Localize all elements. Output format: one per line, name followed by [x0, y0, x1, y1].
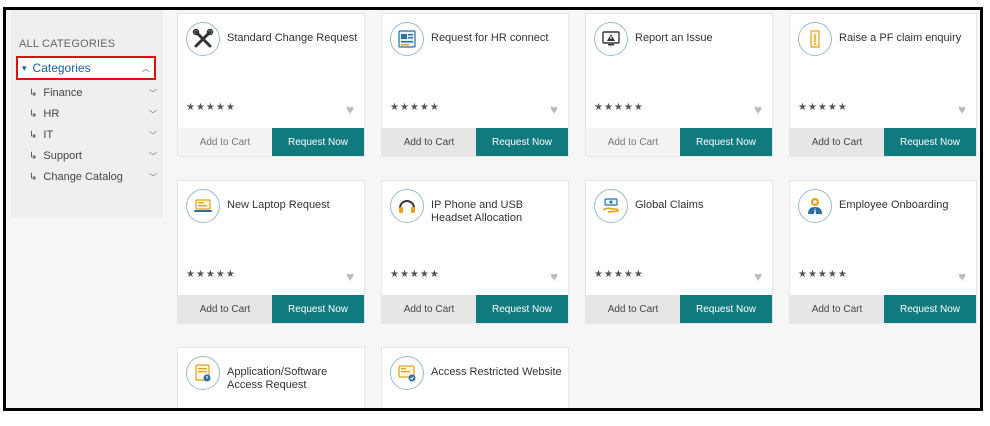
sidebar-item-finance[interactable]: ↳ Finance ﹀ — [29, 83, 157, 103]
category-sidebar: ALL CATEGORIES ▾ Categories ︿ ↳ Finance … — [11, 10, 163, 218]
card-title[interactable]: Standard Change Request — [227, 32, 362, 45]
request-now-button[interactable]: Request Now — [884, 128, 976, 156]
employee-icon — [798, 189, 832, 223]
add-to-cart-button[interactable]: Add to Cart — [790, 128, 884, 156]
heart-icon[interactable]: ♥ — [550, 269, 558, 284]
restricted-website-icon — [390, 356, 424, 390]
sidebar-item-categories[interactable]: ▾ Categories ︿ — [16, 56, 156, 80]
arrow-right-icon: ↳ — [29, 171, 38, 183]
sidebar-item-support[interactable]: ↳ Support ﹀ — [29, 146, 157, 166]
sidebar-item-label: HR — [43, 108, 60, 120]
add-to-cart-button[interactable]: Add to Cart — [382, 128, 476, 156]
tools-icon — [186, 22, 220, 56]
catalog-card[interactable]: IP Phone and USB Headset Allocation ★★★★… — [381, 180, 569, 324]
chevron-down-icon[interactable]: ﹀ — [149, 130, 157, 141]
request-now-button[interactable]: Request Now — [680, 128, 772, 156]
chevron-down-icon[interactable]: ﹀ — [149, 151, 157, 162]
arrow-right-icon: ↳ — [29, 87, 38, 99]
sidebar-item-label: Finance — [43, 87, 83, 99]
alert-monitor-icon — [594, 22, 628, 56]
catalog-card[interactable]: Global Claims ★★★★★ ♥ Add to Cart Reques… — [585, 180, 773, 324]
catalog-card[interactable]: Standard Change Request ★★★★★ ♥ Add to C… — [177, 13, 365, 157]
rating-stars[interactable]: ★★★★★ — [390, 269, 440, 280]
pf-claim-icon — [798, 22, 832, 56]
card-title[interactable]: Report an Issue — [635, 32, 770, 45]
catalog-frame: ALL CATEGORIES ▾ Categories ︿ ↳ Finance … — [3, 7, 983, 411]
add-to-cart-button[interactable]: Add to Cart — [586, 295, 680, 323]
rating-stars[interactable]: ★★★★★ — [390, 102, 440, 113]
catalog-card[interactable]: Request for HR connect ★★★★★ ♥ Add to Ca… — [381, 13, 569, 157]
chevron-down-icon[interactable]: ﹀ — [149, 172, 157, 183]
request-now-button[interactable]: Request Now — [884, 295, 976, 323]
software-access-icon — [186, 356, 220, 390]
card-title[interactable]: IP Phone and USB Headset Allocation — [431, 199, 566, 225]
request-now-button[interactable]: Request Now — [476, 128, 568, 156]
add-to-cart-button[interactable]: Add to Cart — [178, 295, 272, 323]
sidebar-item-label: Change Catalog — [43, 171, 123, 183]
request-now-button[interactable]: Request Now — [476, 295, 568, 323]
heart-icon[interactable]: ♥ — [754, 269, 762, 284]
claims-hand-icon — [594, 189, 628, 223]
catalog-card[interactable]: Raise a PF claim enquiry ★★★★★ ♥ Add to … — [789, 13, 977, 157]
heart-icon[interactable]: ♥ — [550, 102, 558, 117]
rating-stars[interactable]: ★★★★★ — [594, 102, 644, 113]
heart-icon[interactable]: ♥ — [754, 102, 762, 117]
heart-icon[interactable]: ♥ — [958, 269, 966, 284]
catalog-card[interactable]: New Laptop Request ★★★★★ ♥ Add to Cart R… — [177, 180, 365, 324]
card-title[interactable]: Request for HR connect — [431, 32, 566, 45]
card-title[interactable]: Application/Software Access Request — [227, 366, 362, 392]
chevron-down-icon[interactable]: ﹀ — [149, 88, 157, 99]
laptop-icon — [186, 189, 220, 223]
chevron-down-icon[interactable]: ﹀ — [149, 109, 157, 120]
add-to-cart-button[interactable]: Add to Cart — [586, 128, 680, 156]
sidebar-item-label: Support — [43, 150, 82, 162]
headset-icon — [390, 189, 424, 223]
request-now-button[interactable]: Request Now — [680, 295, 772, 323]
catalog-card[interactable]: Access Restricted Website — [381, 347, 569, 408]
add-to-cart-button[interactable]: Add to Cart — [178, 128, 272, 156]
rating-stars[interactable]: ★★★★★ — [594, 269, 644, 280]
catalog-card[interactable]: Application/Software Access Request — [177, 347, 365, 408]
heart-icon[interactable]: ♥ — [346, 269, 354, 284]
caret-down-icon: ▾ — [22, 62, 27, 73]
chevron-up-icon[interactable]: ︿ — [142, 63, 150, 74]
sidebar-item-label: Categories — [32, 61, 91, 75]
sidebar-item-it[interactable]: ↳ IT ﹀ — [29, 125, 157, 145]
card-title[interactable]: Access Restricted Website — [431, 366, 566, 379]
arrow-right-icon: ↳ — [29, 150, 38, 162]
sidebar-header: ALL CATEGORIES — [19, 38, 116, 50]
rating-stars[interactable]: ★★★★★ — [186, 269, 236, 280]
catalog-card[interactable]: Employee Onboarding ★★★★★ ♥ Add to Cart … — [789, 180, 977, 324]
sidebar-item-change-catalog[interactable]: ↳ Change Catalog ﹀ — [29, 167, 157, 187]
request-now-button[interactable]: Request Now — [272, 295, 364, 323]
heart-icon[interactable]: ♥ — [958, 102, 966, 117]
sidebar-item-label: IT — [43, 129, 54, 141]
hr-connect-icon — [390, 22, 424, 56]
add-to-cart-button[interactable]: Add to Cart — [790, 295, 884, 323]
rating-stars[interactable]: ★★★★★ — [186, 102, 236, 113]
heart-icon[interactable]: ♥ — [346, 102, 354, 117]
card-title[interactable]: Global Claims — [635, 199, 770, 212]
rating-stars[interactable]: ★★★★★ — [798, 269, 848, 280]
card-title[interactable]: New Laptop Request — [227, 199, 362, 212]
sidebar-item-hr[interactable]: ↳ HR ﹀ — [29, 104, 157, 124]
request-now-button[interactable]: Request Now — [272, 128, 364, 156]
catalog-card[interactable]: Report an Issue ★★★★★ ♥ Add to Cart Requ… — [585, 13, 773, 157]
arrow-right-icon: ↳ — [29, 108, 38, 120]
add-to-cart-button[interactable]: Add to Cart — [382, 295, 476, 323]
rating-stars[interactable]: ★★★★★ — [798, 102, 848, 113]
card-title[interactable]: Employee Onboarding — [839, 199, 974, 212]
arrow-right-icon: ↳ — [29, 129, 38, 141]
card-title[interactable]: Raise a PF claim enquiry — [839, 32, 974, 45]
